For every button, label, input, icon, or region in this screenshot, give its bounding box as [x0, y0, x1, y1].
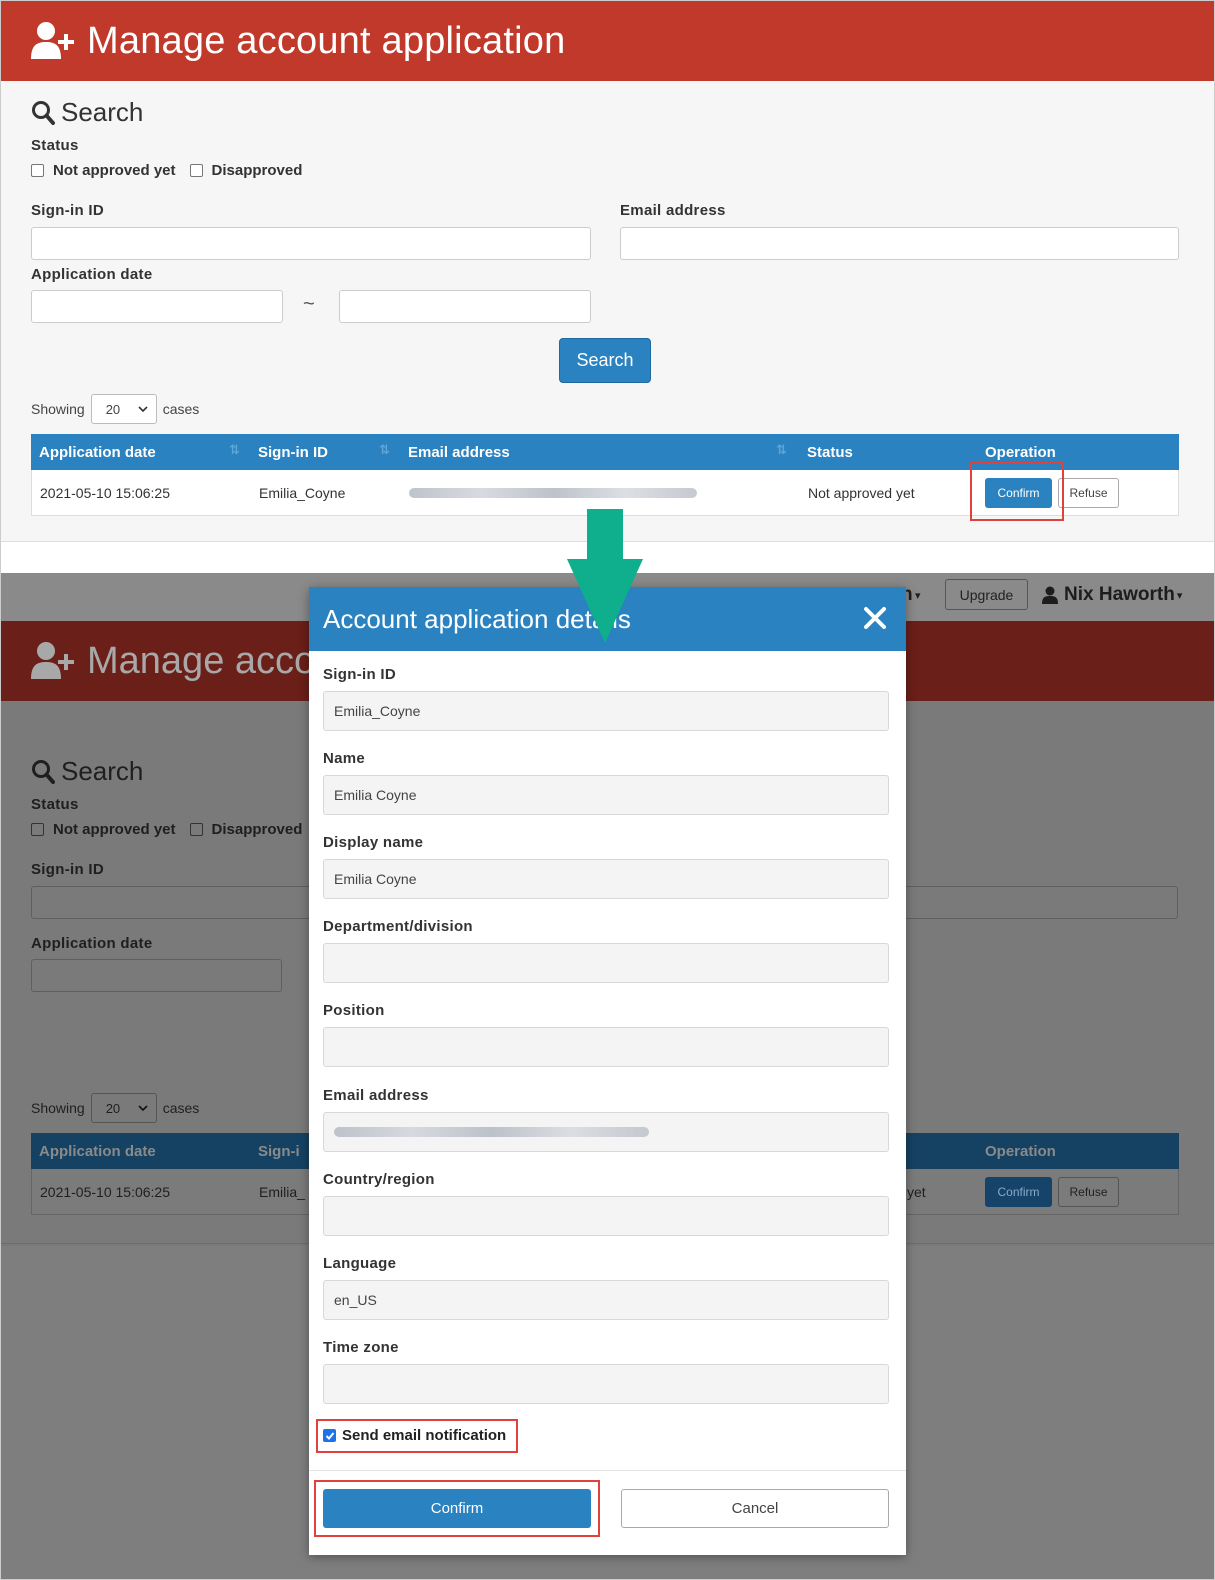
- status-label: Status: [31, 137, 79, 154]
- not-approved-label: Not approved yet: [53, 162, 176, 179]
- field-position[interactable]: [323, 1027, 889, 1067]
- field-label-position: Position: [323, 1002, 385, 1019]
- dimmed-refuse-button: Refuse: [1058, 1177, 1119, 1207]
- field-label-language: Language: [323, 1255, 397, 1272]
- page-size-value: 20: [105, 401, 121, 417]
- dimmed-search-heading: Search: [31, 756, 143, 787]
- chevron-down-icon: [138, 1105, 148, 1111]
- dimmed-status-label: Status: [31, 796, 79, 813]
- cases-label: cases: [162, 401, 200, 417]
- signin-label: Sign-in ID: [31, 202, 104, 219]
- username-label: Nix Haworth: [1064, 584, 1175, 605]
- row-refuse-button[interactable]: Refuse: [1058, 478, 1119, 508]
- email-label: Email address: [620, 202, 726, 219]
- field-department[interactable]: [323, 943, 889, 983]
- date-label: Application date: [31, 266, 153, 283]
- dimmed-status-filter: Not approved yet Disapproved: [31, 821, 302, 838]
- field-email-redacted[interactable]: [323, 1112, 889, 1152]
- confirm-highlight: [970, 462, 1064, 521]
- dimmed-page-size-select: 20: [90, 1093, 157, 1123]
- arrow-down-icon: [567, 509, 643, 643]
- page-header: Manage account application: [1, 1, 1214, 81]
- page-title: Manage account application: [87, 19, 566, 62]
- dimmed-checkbox: [189, 823, 203, 836]
- caret-down-icon: ▾: [915, 590, 921, 602]
- dimmed-checkbox: [31, 823, 44, 836]
- not-approved-checkbox[interactable]: [31, 164, 44, 177]
- field-country[interactable]: [323, 1196, 889, 1236]
- field-signin[interactable]: Emilia_Coyne: [323, 691, 889, 731]
- dimmed-confirm-button: Confirm: [985, 1177, 1052, 1207]
- dimmed-date-input: [31, 959, 282, 992]
- col-status[interactable]: Status: [807, 434, 853, 470]
- email-input[interactable]: [620, 227, 1179, 260]
- sort-icon: ⇅: [379, 442, 390, 457]
- disapproved-checkbox[interactable]: [189, 164, 203, 177]
- sort-icon: ⇅: [229, 442, 240, 457]
- cell-signin: Emilia_Coyne: [259, 485, 346, 501]
- dimmed-signin-input: [31, 886, 321, 919]
- dimmed-date-label: Application date: [31, 935, 153, 952]
- check-icon: [325, 1431, 334, 1440]
- field-label-department: Department/division: [323, 918, 473, 935]
- cell-email-redacted: [409, 470, 699, 516]
- col-signin-id[interactable]: Sign-in ID: [258, 434, 328, 470]
- dimmed-signin-label: Sign-in ID: [31, 861, 104, 878]
- page-size-select[interactable]: 20: [90, 394, 157, 424]
- account-details-modal: Account application details Sign-in ID E…: [309, 587, 906, 1555]
- col-email[interactable]: Email address: [408, 434, 510, 470]
- close-icon[interactable]: [860, 603, 890, 633]
- dimmed-email-input: [891, 886, 1178, 919]
- showing-label: Showing: [31, 401, 85, 417]
- field-language[interactable]: en_US: [323, 1280, 889, 1320]
- field-display-name[interactable]: Emilia Coyne: [323, 859, 889, 899]
- field-name[interactable]: Emilia Coyne: [323, 775, 889, 815]
- field-label-signin: Sign-in ID: [323, 666, 396, 683]
- date-from-input[interactable]: [31, 290, 283, 323]
- dimmed-page-title: Manage acco: [87, 639, 316, 682]
- col-application-date[interactable]: Application date: [39, 434, 156, 470]
- send-email-option[interactable]: Send email notification: [323, 1427, 506, 1444]
- field-label-display-name: Display name: [323, 834, 424, 851]
- status-filter: Not approved yet Disapproved: [31, 162, 302, 179]
- modal-footer-divider: [309, 1470, 906, 1471]
- field-label-country: Country/region: [323, 1171, 435, 1188]
- search-button[interactable]: Search: [559, 338, 651, 383]
- send-email-label: Send email notification: [342, 1427, 507, 1444]
- send-email-checkbox[interactable]: [323, 1429, 336, 1442]
- signin-input[interactable]: [31, 227, 591, 260]
- modal-confirm-button[interactable]: Confirm: [323, 1489, 591, 1528]
- add-user-icon: [31, 642, 74, 679]
- field-label-name: Name: [323, 750, 366, 767]
- upgrade-button[interactable]: Upgrade: [945, 579, 1028, 610]
- sort-icon: ⇅: [776, 442, 787, 457]
- cell-status: Not approved yet: [808, 485, 915, 501]
- search-icon: [32, 759, 55, 784]
- chevron-down-icon: [138, 406, 148, 412]
- disapproved-label: Disapproved: [211, 162, 303, 179]
- date-to-input[interactable]: [339, 290, 591, 323]
- date-separator: ~: [303, 293, 315, 315]
- search-icon: [32, 100, 55, 125]
- user-icon: [1042, 586, 1058, 604]
- cell-date: 2021-05-10 15:06:25: [40, 485, 170, 501]
- modal-cancel-button[interactable]: Cancel: [621, 1489, 889, 1528]
- page-size-control: Showing 20 cases: [31, 394, 199, 424]
- field-timezone[interactable]: [323, 1364, 889, 1404]
- field-label-timezone: Time zone: [323, 1339, 399, 1356]
- screenshot-canvas: Manage account application Search Status…: [0, 0, 1215, 1580]
- add-user-icon: [31, 22, 74, 59]
- user-menu[interactable]: Nix Haworth ▾: [1042, 584, 1182, 606]
- dimmed-page-size: Showing 20 cases: [31, 1093, 199, 1123]
- caret-down-icon: ▾: [1176, 589, 1183, 602]
- field-label-email: Email address: [323, 1087, 429, 1104]
- search-heading: Search: [31, 97, 143, 128]
